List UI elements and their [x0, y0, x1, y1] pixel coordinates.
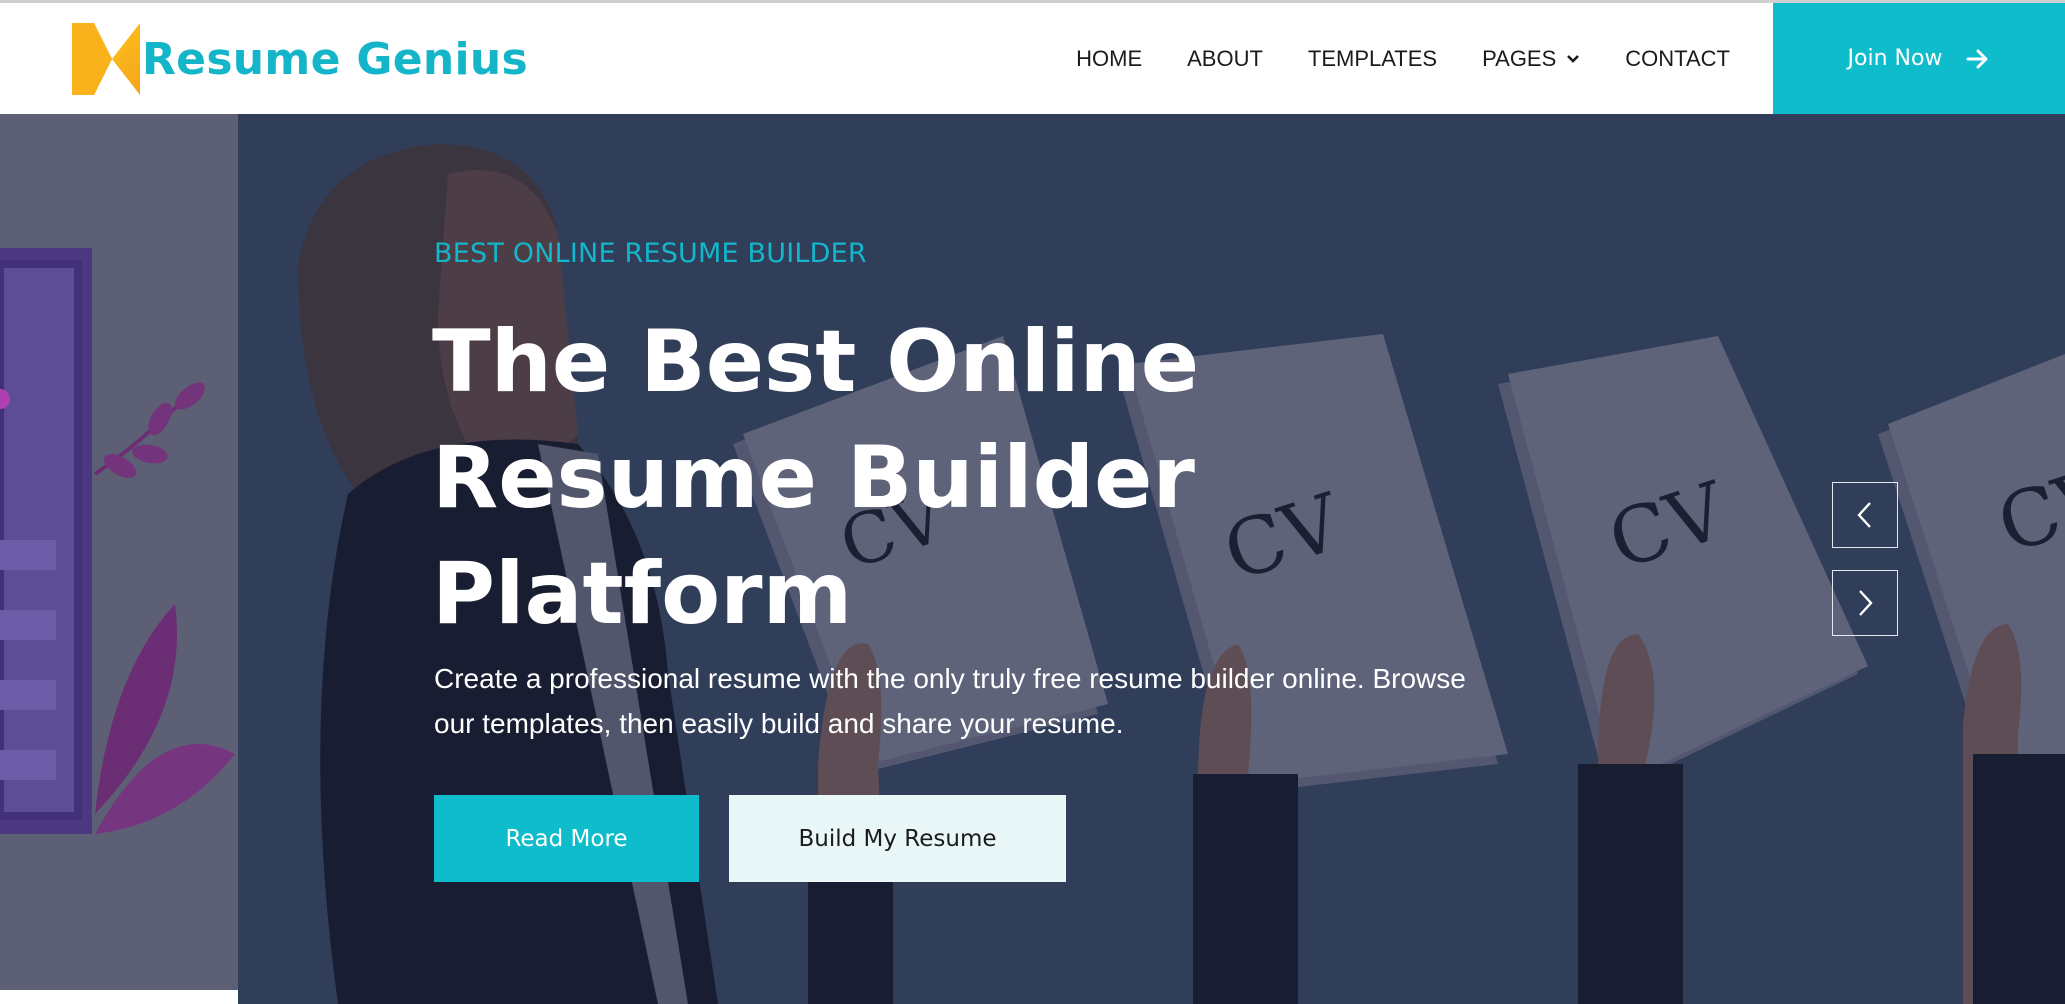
nav-item-label: ABOUT [1187, 45, 1263, 71]
chevron-left-icon [1857, 502, 1871, 528]
nav-item-label: CONTACT [1625, 45, 1730, 71]
arrow-right-icon [1966, 49, 1988, 68]
nav-item-label: HOME [1076, 45, 1143, 71]
hero-headline: The Best Online Resume Builder Platform [432, 304, 1282, 652]
chevron-down-icon [1567, 54, 1580, 63]
headline-line: The Best Online [432, 312, 1200, 412]
hero-description: Create a professional resume with the on… [434, 656, 1554, 746]
description-line: Create a professional resume with the on… [434, 663, 1466, 694]
nav-item-home[interactable]: HOME [1076, 46, 1142, 72]
resume-illustration [0, 248, 235, 834]
nav-item-pages[interactable]: PAGES [1482, 46, 1580, 72]
headline-line: Resume Builder [432, 428, 1195, 528]
site-header: Resume Genius HOME ABOUT TEMPLATES PAGES… [0, 3, 2065, 114]
nav-item-about[interactable]: ABOUT [1187, 46, 1263, 72]
nav-item-label: TEMPLATES [1307, 45, 1438, 71]
logo-mark-icon [72, 23, 140, 95]
nav-item-contact[interactable]: CONTACT [1625, 46, 1730, 72]
main-nav: HOME ABOUT TEMPLATES PAGES CONTACT [1031, 3, 1730, 114]
nav-item-label: PAGES [1482, 45, 1557, 71]
chevron-right-icon [1859, 590, 1873, 616]
build-my-resume-button[interactable]: Build My Resume [729, 795, 1066, 882]
logo[interactable]: Resume Genius [72, 22, 528, 96]
nav-item-templates[interactable]: TEMPLATES [1308, 46, 1437, 72]
hero-eyebrow: BEST ONLINE RESUME BUILDER [434, 238, 867, 269]
hero-slider: CV CV CV CV BEST ONLINE RESUME BUILDER T… [0, 114, 2065, 1004]
join-now-label: Join Now [1847, 46, 1943, 71]
description-line: our templates, then easily build and sha… [434, 708, 1124, 739]
left-gap [0, 990, 238, 1004]
previous-slide-peek [0, 114, 238, 990]
headline-line: Platform [432, 544, 853, 644]
join-now-button[interactable]: Join Now [1773, 3, 2065, 114]
read-more-button[interactable]: Read More [434, 795, 699, 882]
brand-name: Resume Genius [142, 33, 529, 85]
slider-prev-button[interactable] [1832, 482, 1898, 548]
slider-next-button[interactable] [1832, 570, 1898, 636]
